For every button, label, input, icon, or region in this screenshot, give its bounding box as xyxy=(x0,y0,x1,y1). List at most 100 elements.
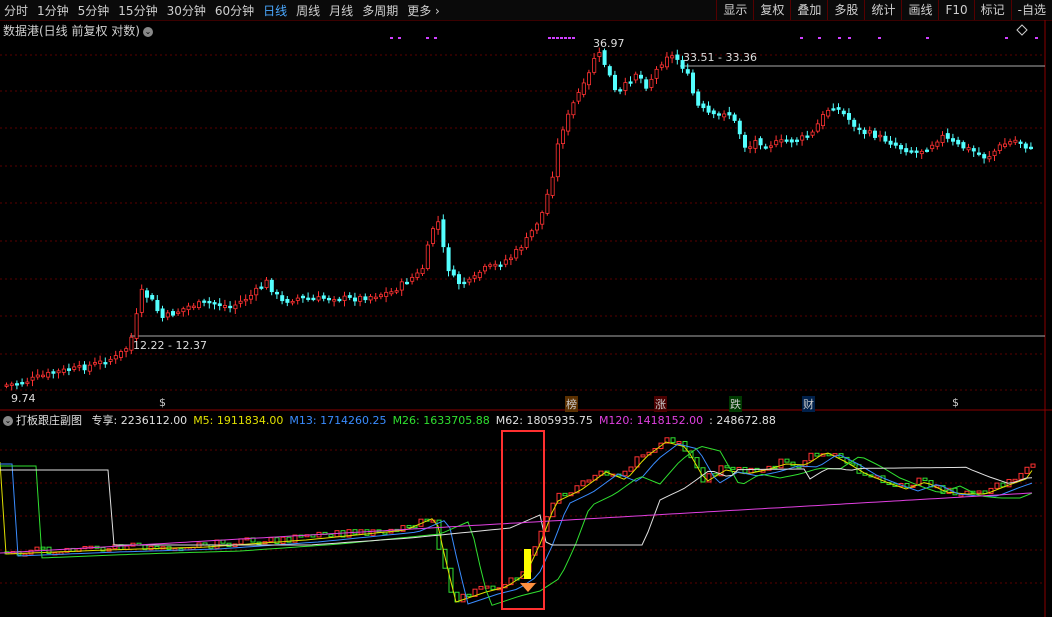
signal-bar xyxy=(524,549,531,579)
candle-body xyxy=(160,308,165,318)
candle-body xyxy=(613,74,618,91)
candle-body xyxy=(274,291,279,295)
signal-dot xyxy=(1035,37,1038,39)
candle-body xyxy=(280,295,285,302)
indicator-bar xyxy=(994,482,1000,489)
candle-body xyxy=(1008,141,1013,145)
candle-body xyxy=(774,140,779,146)
candle-body xyxy=(654,68,659,79)
indicator-bar xyxy=(478,585,484,590)
event-marker-die[interactable]: 跌 xyxy=(729,396,742,412)
candle-body xyxy=(144,290,149,298)
candle-body xyxy=(290,301,295,304)
candle-body xyxy=(373,296,378,300)
signal-dot xyxy=(848,37,851,39)
indicator-bar xyxy=(214,539,220,549)
indicator-bar xyxy=(1030,463,1036,468)
candle-body xyxy=(207,300,212,304)
candle-body xyxy=(800,135,805,141)
candle-body xyxy=(576,92,581,102)
event-marker-cai[interactable]: 财 xyxy=(802,396,815,412)
indicator-value-6: : 248672.88 xyxy=(709,414,776,427)
candle-body xyxy=(659,64,664,68)
candle-body xyxy=(415,272,420,278)
candle-body xyxy=(243,298,248,302)
candle-body xyxy=(987,156,992,160)
candle-body xyxy=(498,264,503,267)
candle-body xyxy=(545,193,550,214)
indicator-bar xyxy=(784,458,790,463)
candle-body xyxy=(503,259,508,265)
candle-body xyxy=(430,228,435,244)
candle-body xyxy=(72,366,77,370)
candle-body xyxy=(254,287,259,296)
event-marker-dollar-2[interactable]: $ xyxy=(952,396,959,409)
candle-body xyxy=(701,103,706,109)
candle-body xyxy=(602,50,607,65)
candle-body xyxy=(649,78,654,88)
candle-body xyxy=(633,73,638,81)
candle-body xyxy=(1029,146,1034,150)
candle-body xyxy=(571,102,576,116)
indicator-value-0: 专享: 2236112.00 xyxy=(91,414,188,427)
candle-body xyxy=(951,138,956,142)
signal-dot xyxy=(552,37,555,39)
signal-arrow-icon xyxy=(520,583,536,592)
candle-body xyxy=(368,296,373,301)
candle-body xyxy=(691,72,696,94)
candle-body xyxy=(191,305,196,308)
signal-dot xyxy=(434,37,437,39)
event-marker-zhang[interactable]: 涨 xyxy=(654,396,667,412)
candle-body xyxy=(888,140,893,145)
candle-body xyxy=(508,257,513,261)
candle-body xyxy=(763,146,768,149)
candle-body xyxy=(706,105,711,113)
candle-body xyxy=(841,110,846,115)
candle-body xyxy=(269,279,274,293)
candle-body xyxy=(815,123,820,132)
indicator-bar xyxy=(1012,478,1018,482)
candle-body xyxy=(98,360,103,365)
candle-body xyxy=(867,130,872,134)
candle-body xyxy=(1013,139,1018,143)
indicator-bar xyxy=(742,466,748,474)
candle-body xyxy=(119,351,124,358)
signal-dot xyxy=(800,37,803,39)
candle-body xyxy=(529,230,534,238)
candle-body xyxy=(342,295,347,301)
candle-body xyxy=(306,297,311,300)
indicator-value-5: M120: 1418152.00 xyxy=(598,414,704,427)
candle-body xyxy=(862,129,867,135)
indicator-bar xyxy=(754,467,760,472)
signal-dot xyxy=(878,37,881,39)
indicator-bar xyxy=(460,593,466,603)
candle-body xyxy=(628,81,633,84)
signal-dot xyxy=(568,37,571,39)
indicator-bar xyxy=(34,546,40,551)
event-marker-dollar[interactable]: $ xyxy=(159,396,166,409)
candle-body xyxy=(997,144,1002,151)
candle-body xyxy=(540,212,545,225)
event-marker-bang[interactable]: 榜 xyxy=(565,396,578,412)
chevron-down-icon[interactable]: ⌄ xyxy=(143,26,153,37)
candle-body xyxy=(212,302,217,305)
candle-body xyxy=(971,148,976,152)
candle-body xyxy=(644,79,649,89)
candle-body xyxy=(311,297,316,301)
signal-dot xyxy=(564,37,567,39)
signal-dot xyxy=(390,37,393,39)
candle-body xyxy=(61,368,66,373)
kline-chart[interactable] xyxy=(0,0,1052,617)
candle-body xyxy=(607,66,612,76)
candle-body xyxy=(165,312,170,318)
candle-body xyxy=(14,383,19,386)
candle-body xyxy=(399,281,404,291)
candle-body xyxy=(25,381,30,384)
candle-body xyxy=(737,120,742,135)
candle-body xyxy=(935,141,940,147)
candle-body xyxy=(352,297,357,302)
indicator-bar xyxy=(238,538,244,545)
indicator-name: 打板跟庄副图 xyxy=(16,414,82,427)
chevron-down-icon[interactable]: ⌄ xyxy=(3,416,13,426)
indicator-bar xyxy=(730,466,736,470)
